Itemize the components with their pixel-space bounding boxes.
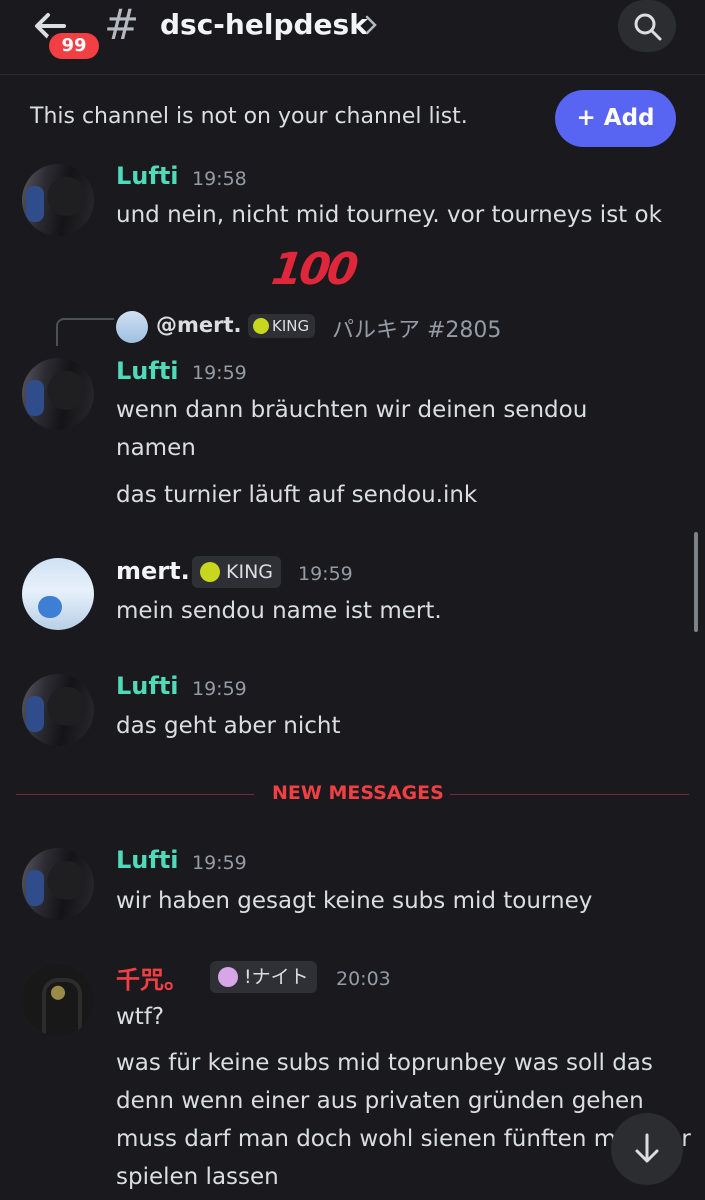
role-label: KING xyxy=(272,317,310,335)
message-text: und nein, nicht mid tourney. vor tourney… xyxy=(116,202,662,228)
message-timestamp: 19:59 xyxy=(192,362,247,384)
message-author[interactable]: 千咒。 xyxy=(116,960,188,995)
message-author[interactable]: mert. xyxy=(116,557,190,585)
role-badge: KING xyxy=(192,556,281,588)
message-author[interactable]: Lufti xyxy=(116,846,179,874)
message-text: wtf? xyxy=(116,1004,165,1030)
avatar[interactable] xyxy=(22,964,94,1036)
channel-header: 99 # dsc-helpdesk xyxy=(0,0,705,75)
jump-to-bottom-button[interactable] xyxy=(611,1113,683,1185)
message-author[interactable]: Lufti xyxy=(116,672,179,700)
channel-notice-text: This channel is not on your channel list… xyxy=(30,104,468,129)
avatar[interactable] xyxy=(22,674,94,746)
search-icon xyxy=(634,13,662,41)
message-text: das turnier läuft auf sendou.ink xyxy=(116,482,478,508)
message-timestamp: 20:03 xyxy=(336,968,391,990)
message-timestamp: 19:59 xyxy=(192,678,247,700)
reply-avatar xyxy=(116,311,148,343)
message-timestamp: 19:59 xyxy=(298,563,353,585)
avatar[interactable] xyxy=(22,164,94,236)
hundred-points-reaction[interactable]: 100 xyxy=(268,244,358,295)
new-messages-divider-line xyxy=(450,794,689,795)
message-text: mein sendou name ist mert. xyxy=(116,598,442,624)
arrow-down-icon xyxy=(635,1133,659,1163)
message-author[interactable]: Lufti xyxy=(116,162,179,190)
king-role-icon xyxy=(253,318,269,334)
unread-badge: 99 xyxy=(49,33,99,59)
avatar[interactable] xyxy=(22,558,94,630)
reply-connector xyxy=(56,318,114,346)
message-timestamp: 19:59 xyxy=(192,852,247,874)
message-timestamp: 19:58 xyxy=(192,168,247,190)
add-channel-button[interactable]: + Add xyxy=(555,90,676,147)
avatar[interactable] xyxy=(22,358,94,430)
reply-text[interactable]: パルキア #2805 xyxy=(332,312,501,344)
king-role-icon xyxy=(200,562,220,582)
hash-icon: # xyxy=(104,0,140,49)
search-button[interactable] xyxy=(618,0,676,52)
reply-author[interactable]: @mert. xyxy=(156,313,242,337)
message-text: wenn dann bräuchten wir deinen sendou na… xyxy=(116,397,588,461)
avatar[interactable] xyxy=(22,848,94,920)
channel-title[interactable]: dsc-helpdesk xyxy=(160,8,368,41)
message-text: das geht aber nicht xyxy=(116,713,341,739)
role-badge: !ナイト xyxy=(210,961,317,993)
role-label: KING xyxy=(226,561,273,583)
role-label: !ナイト xyxy=(244,966,309,988)
chevron-right-icon[interactable] xyxy=(364,14,378,36)
scrollbar[interactable] xyxy=(694,532,698,632)
role-badge: KING xyxy=(248,314,316,338)
message-text: wir haben gesagt keine subs mid tourney xyxy=(116,888,593,914)
new-messages-divider-line xyxy=(16,794,254,795)
message-author[interactable]: Lufti xyxy=(116,357,179,385)
new-messages-divider: NEW MESSAGES xyxy=(272,782,444,804)
knight-role-icon xyxy=(218,967,238,987)
message-text: was für keine subs mid toprunbey was sol… xyxy=(116,1050,691,1190)
